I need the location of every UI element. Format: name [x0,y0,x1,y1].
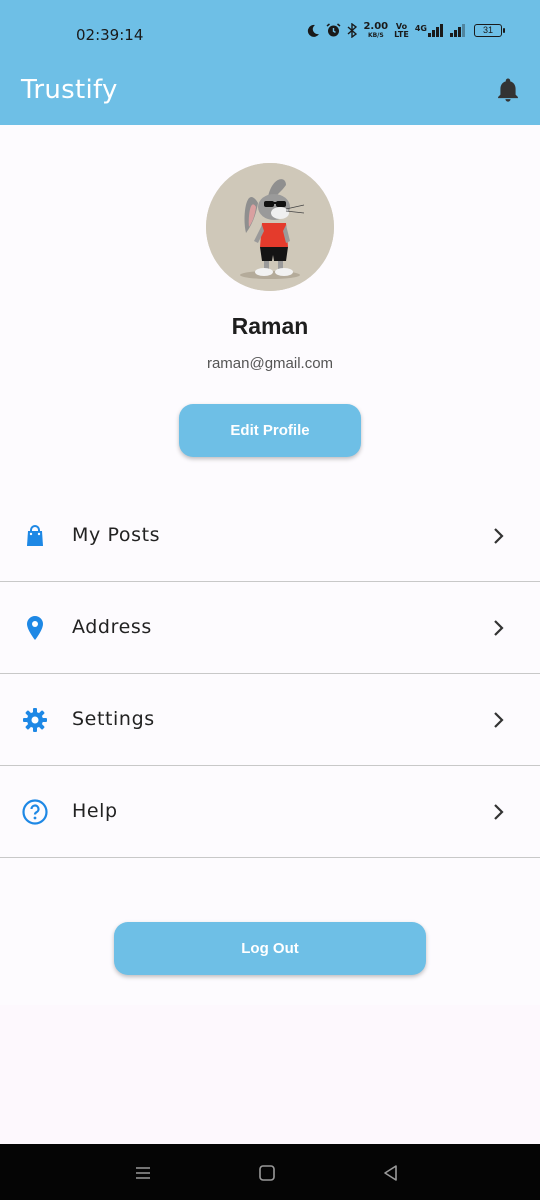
shopping-bag-icon [27,525,43,546]
menu-item-my-posts[interactable]: My Posts [0,490,540,582]
notifications-icon[interactable] [494,76,522,104]
app-title: Trustify [21,75,118,105]
menu-item-help[interactable]: Help [0,766,540,858]
help-circle-icon [22,799,48,825]
back-icon[interactable] [380,1162,402,1184]
location-pin-icon [27,616,43,640]
avatar[interactable] [206,163,334,291]
bunny-avatar-image [206,163,334,291]
volte-badge: Vo LTE [394,22,409,39]
status-bar: 02:39:14 2.00 KB/S Vo LTE 4G 31 [0,0,540,66]
app-bar: Trustify [0,66,540,125]
profile-name: Raman [231,313,309,339]
profile-content: Raman raman@gmail.com Edit Profile My Po… [0,125,540,1005]
edit-profile-button[interactable]: Edit Profile [179,404,361,457]
chevron-right-icon [494,528,504,544]
menu-label-address: Address [72,616,152,638]
bluetooth-icon [348,23,358,38]
system-nav-bar [0,1144,540,1200]
moon-icon [308,24,320,37]
battery-icon: 31 [474,24,505,37]
chevron-right-icon [494,620,504,636]
signal-4g: 4G [415,24,444,37]
status-time: 02:39:14 [76,26,144,44]
gear-icon [23,708,47,732]
status-icons: 2.00 KB/S Vo LTE 4G 31 [306,21,505,40]
volte-bottom: LTE [394,29,409,39]
profile-screen: 02:39:14 2.00 KB/S Vo LTE 4G 31 Trustify [0,0,540,1200]
net-speed-value: 2.00 [363,21,389,32]
chevron-right-icon [494,712,504,728]
recents-menu-icon[interactable] [132,1162,154,1184]
signal-icon [428,24,443,37]
net-speed-unit: KB/S [367,32,384,39]
menu-label-settings: Settings [72,708,155,730]
menu-item-settings[interactable]: Settings [0,674,540,766]
menu-label-help: Help [72,800,118,822]
signal-icon-2 [450,24,465,37]
menu-item-address[interactable]: Address [0,582,540,674]
home-icon[interactable] [256,1162,278,1184]
logout-button[interactable]: Log Out [114,922,426,975]
net-speed: 2.00 KB/S [363,21,389,40]
network-type: 4G [414,24,427,33]
menu-label-my-posts: My Posts [72,524,161,546]
chevron-right-icon [494,804,504,820]
profile-email: raman@gmail.com [206,355,334,372]
alarm-icon [327,23,341,37]
